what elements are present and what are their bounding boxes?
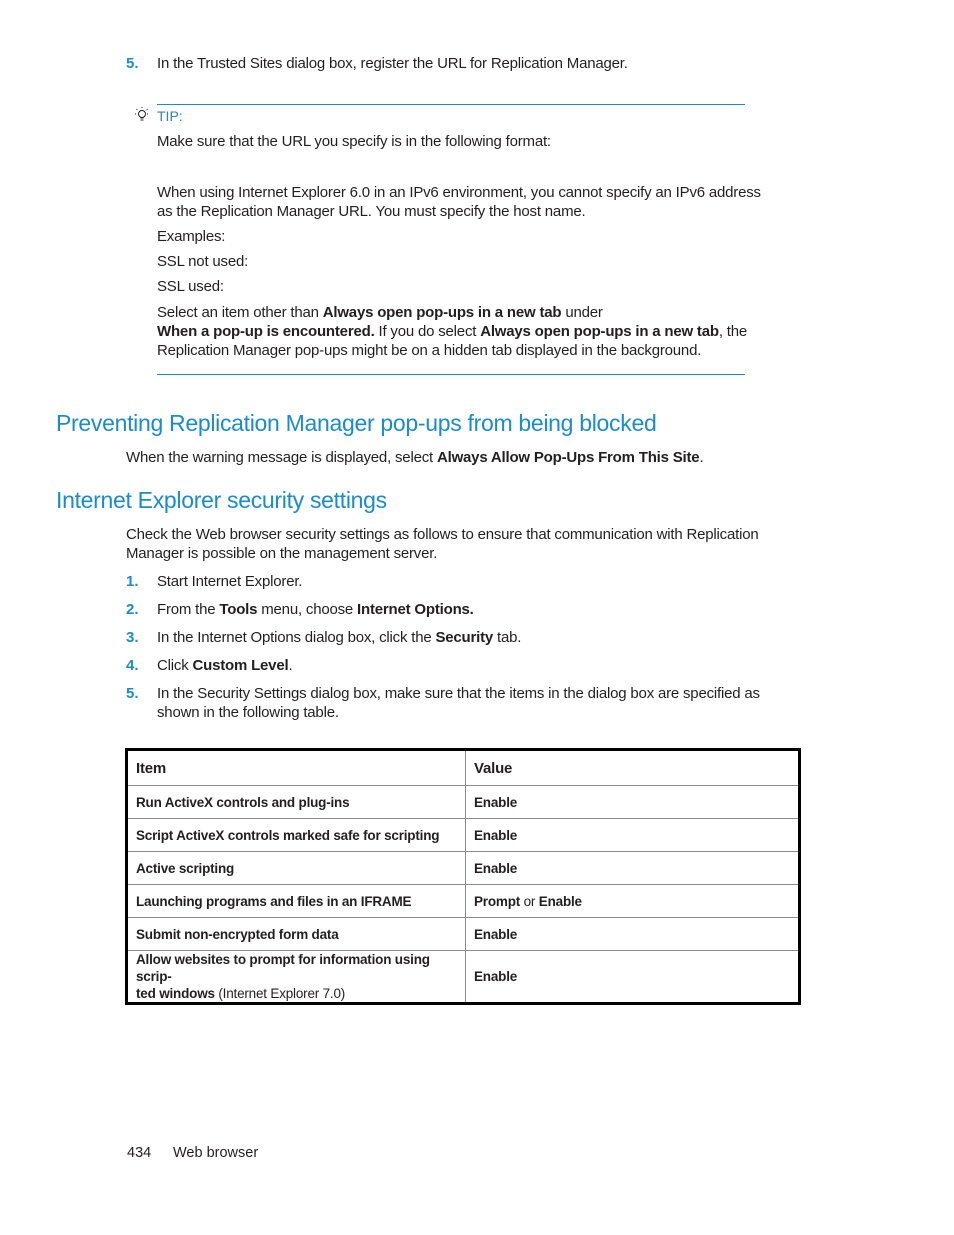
- table-header-row: Item Value: [126, 749, 800, 786]
- column-header-item: Item: [126, 749, 466, 786]
- tip-ssl-used: SSL used:: [157, 278, 224, 295]
- tip-ipv6-line2: as the Replication Manager URL. You must…: [157, 203, 586, 220]
- cell-value: Prompt or Enable: [465, 884, 800, 918]
- cell-item: Active scripting: [126, 851, 466, 885]
- cell-value: Enable: [465, 851, 800, 885]
- step-number: 1.: [126, 573, 139, 590]
- step-number: 5.: [126, 55, 139, 72]
- table-row: Launching programs and files in an IFRAM…: [126, 884, 800, 918]
- table-row: Submit non-encrypted form data Enable: [126, 917, 800, 951]
- step-number: 2.: [126, 601, 139, 618]
- cell-item: Script ActiveX controls marked safe for …: [126, 818, 466, 852]
- page-number: 434: [127, 1145, 152, 1161]
- step-number: 3.: [126, 629, 139, 646]
- security-intro-line1: Check the Web browser security settings …: [126, 526, 759, 543]
- tip-examples: Examples:: [157, 228, 226, 245]
- tip-popup-note: Select an item other than Always open po…: [157, 304, 747, 359]
- section-heading-popups: Preventing Replication Manager pop-ups f…: [56, 410, 657, 436]
- tip-top-rule: [157, 104, 745, 105]
- column-header-value: Value: [465, 749, 800, 786]
- cell-value: Enable: [465, 917, 800, 951]
- lightbulb-icon: [133, 106, 151, 128]
- cell-item: Launching programs and files in an IFRAM…: [126, 884, 466, 918]
- tip-label: TIP:: [157, 108, 183, 124]
- step-number: 5.: [126, 685, 139, 702]
- step-text: In the Internet Options dialog box, clic…: [157, 629, 522, 646]
- section-heading-security: Internet Explorer security settings: [56, 487, 387, 513]
- table-row: Run ActiveX controls and plug-ins Enable: [126, 785, 800, 819]
- cell-value: Enable: [465, 950, 800, 1004]
- step-text: Click Custom Level.: [157, 657, 293, 674]
- section-popups-text: When the warning message is displayed, s…: [126, 449, 704, 466]
- table-row: Allow websites to prompt for information…: [126, 950, 800, 1004]
- tip-ssl-not-used: SSL not used:: [157, 253, 249, 270]
- cell-value: Enable: [465, 818, 800, 852]
- table-row: Script ActiveX controls marked safe for …: [126, 818, 800, 852]
- tip-format-text: Make sure that the URL you specify is in…: [157, 133, 551, 150]
- footer-section-title: Web browser: [173, 1145, 259, 1161]
- security-intro-line2: Manager is possible on the management se…: [126, 545, 438, 562]
- cell-item: Allow websites to prompt for information…: [126, 950, 466, 1004]
- tip-ipv6-line1: When using Internet Explorer 6.0 in an I…: [157, 184, 761, 201]
- cell-item: Submit non-encrypted form data: [126, 917, 466, 951]
- table-row: Active scripting Enable: [126, 851, 800, 885]
- step-text: Start Internet Explorer.: [157, 573, 303, 590]
- step-text: From the Tools menu, choose Internet Opt…: [157, 601, 474, 618]
- step-text: In the Trusted Sites dialog box, registe…: [157, 55, 628, 72]
- tip-bottom-rule: [157, 374, 745, 375]
- step-text-line1: In the Security Settings dialog box, mak…: [157, 685, 760, 702]
- cell-item: Run ActiveX controls and plug-ins: [126, 785, 466, 819]
- security-settings-table: Item Value Run ActiveX controls and plug…: [125, 748, 801, 1005]
- step-text-line2: shown in the following table.: [157, 704, 339, 721]
- cell-value: Enable: [465, 785, 800, 819]
- step-number: 4.: [126, 657, 139, 674]
